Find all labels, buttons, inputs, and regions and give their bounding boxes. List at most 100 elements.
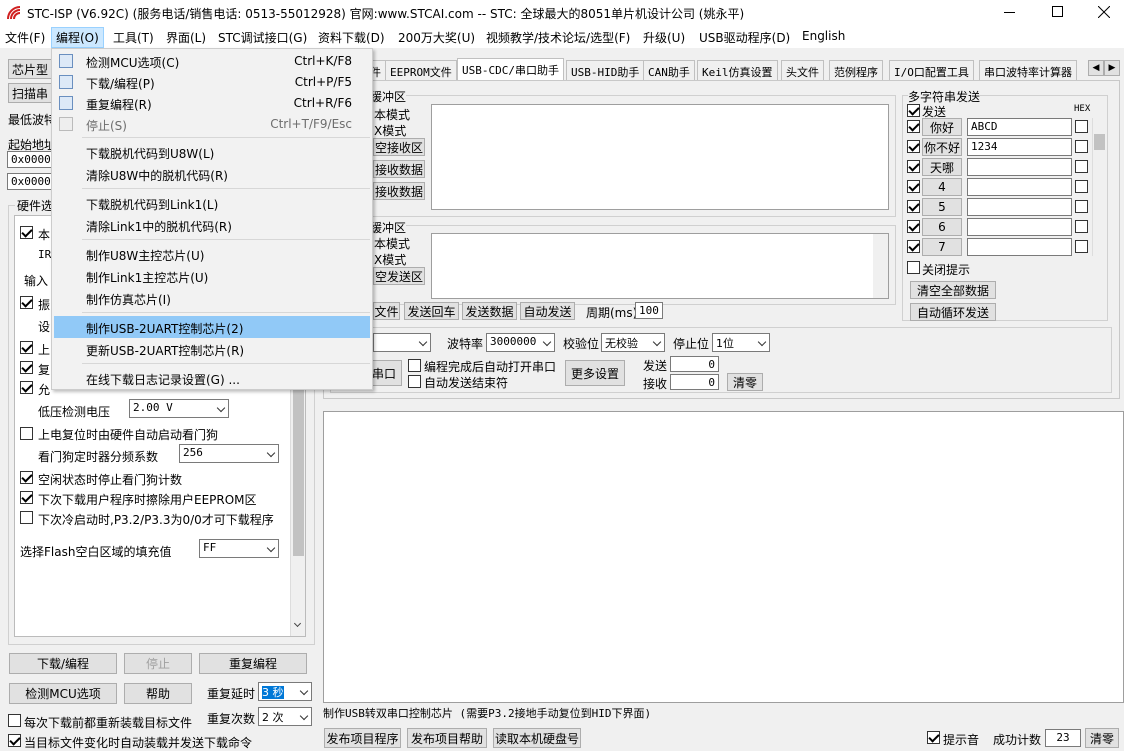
erase-eeprom-checkbox[interactable] xyxy=(20,491,33,504)
hw-options-scroll-thumb[interactable] xyxy=(293,386,304,556)
menu-log-settings[interactable]: 在线下载日志记录设置(G) ... xyxy=(54,367,370,389)
chip-type-button[interactable]: 芯片型 xyxy=(8,59,52,79)
menu-u8w-clear[interactable]: 清除U8W中的脱机代码(R) xyxy=(54,163,370,185)
menu-u8w-download[interactable]: 下载脱机代码到U8W(L) xyxy=(54,141,370,163)
clear-count-button[interactable]: 清零 xyxy=(727,373,763,391)
send-enter-button[interactable]: 发送回车 xyxy=(404,302,459,320)
multi-send-row-field[interactable]: ABCD xyxy=(967,118,1072,136)
stopbit-select[interactable]: 1位 xyxy=(712,333,770,352)
stop-button[interactable]: 停止 xyxy=(124,653,192,674)
tab-usb-cdc[interactable]: USB-CDC/串口助手 xyxy=(457,58,564,80)
repeat-delay-select[interactable]: 3 秒 xyxy=(258,682,312,701)
multi-send-row-field[interactable] xyxy=(967,238,1072,256)
tab-keil[interactable]: Keil仿真设置 xyxy=(697,60,778,80)
multi-send-row-button[interactable]: 你好 xyxy=(922,118,962,136)
multi-send-row-button[interactable]: 4 xyxy=(922,178,962,196)
wdt-div-select[interactable]: 256 xyxy=(179,444,279,463)
multi-send-row-field[interactable] xyxy=(967,218,1072,236)
help-button[interactable]: 帮助 xyxy=(124,683,192,704)
tab-eeprom-file[interactable]: EEPROM文件 xyxy=(385,60,457,80)
menu-detect-mcu[interactable]: 检测MCU选项(C) Ctrl+K/F8 xyxy=(54,50,370,72)
tab-usb-hid[interactable]: USB-HID助手 xyxy=(566,60,645,80)
multi-send-row-checkbox[interactable] xyxy=(907,140,920,153)
tab-header[interactable]: 头文件 xyxy=(781,60,824,80)
opt-ben-checkbox[interactable] xyxy=(20,226,33,239)
multi-send-row-hex-checkbox[interactable] xyxy=(1075,140,1088,153)
reload-checkbox[interactable] xyxy=(8,714,21,727)
tx-text-mode-label[interactable]: 本模式 xyxy=(374,235,410,252)
menu-usb-driver[interactable]: USB驱动程序(D) xyxy=(699,29,790,46)
opt-zhen-checkbox[interactable] xyxy=(20,296,33,309)
flash-fill-select[interactable]: FF xyxy=(199,539,279,558)
tx-hex-mode-label[interactable]: X模式 xyxy=(374,251,406,268)
tab-examples[interactable]: 范例程序 xyxy=(829,60,883,80)
send-data-button[interactable]: 发送数据 xyxy=(462,302,517,320)
multi-send-row-hex-checkbox[interactable] xyxy=(1075,240,1088,253)
publish-project-button[interactable]: 发布项目程序 xyxy=(324,728,401,748)
period-field[interactable]: 100 xyxy=(635,302,663,319)
multi-send-row-field[interactable] xyxy=(967,198,1072,216)
download-program-button[interactable]: 下载/编程 xyxy=(9,653,117,674)
multi-send-row-field[interactable] xyxy=(967,178,1072,196)
multi-send-row-hex-checkbox[interactable] xyxy=(1075,120,1088,133)
multi-send-row-checkbox[interactable] xyxy=(907,200,920,213)
menu-english[interactable]: English xyxy=(802,29,845,43)
publish-help-button[interactable]: 发布项目帮助 xyxy=(407,728,487,748)
detect-mcu-button[interactable]: 检测MCU选项 xyxy=(9,683,117,704)
start-address-2-field[interactable]: 0x0000 xyxy=(7,173,52,190)
multi-send-scrollbar[interactable] xyxy=(1092,118,1106,256)
multi-send-row-button[interactable]: 你不好 xyxy=(922,138,962,156)
auto-open-checkbox[interactable] xyxy=(408,359,421,372)
menu-link1-clear[interactable]: 清除Link1中的脱机代码(R) xyxy=(54,214,370,236)
tx-clear-button[interactable]: 空发送区 xyxy=(373,267,425,285)
menu-make-link1[interactable]: 制作Link1主控芯片(U) xyxy=(54,265,370,287)
menu-download[interactable]: 下载/编程(P) Ctrl+P/F5 xyxy=(54,71,370,93)
menu-make-u8w[interactable]: 制作U8W主控芯片(U) xyxy=(54,243,370,265)
menu-stop[interactable]: 停止(S) Ctrl+T/F9/Esc xyxy=(54,113,370,135)
menu-interface[interactable]: 界面(L) xyxy=(166,29,206,46)
tab-io-config[interactable]: I/O口配置工具 xyxy=(889,60,974,80)
multi-send-row-hex-checkbox[interactable] xyxy=(1075,160,1088,173)
multi-send-row-checkbox[interactable] xyxy=(907,220,920,233)
rx-save-button[interactable]: 接收数据 xyxy=(373,160,425,178)
menu-make-usb2uart[interactable]: 制作USB-2UART控制芯片(2) xyxy=(54,316,370,338)
multi-send-row-checkbox[interactable] xyxy=(907,180,920,193)
baud-select[interactable]: 3000000 xyxy=(486,333,555,352)
opt-shang-checkbox[interactable] xyxy=(20,341,33,354)
auto-loop-button[interactable]: 自动循环发送 xyxy=(910,303,996,321)
auto-end-checkbox[interactable] xyxy=(408,375,421,388)
clear-all-button[interactable]: 清空全部数据 xyxy=(910,281,996,299)
rx-hex-mode-label[interactable]: X模式 xyxy=(374,122,406,139)
autoload-checkbox[interactable] xyxy=(8,734,21,747)
menu-video[interactable]: 视频教学/技术论坛/选型(F) xyxy=(486,29,630,46)
multi-send-row-checkbox[interactable] xyxy=(907,120,920,133)
menu-docs[interactable]: 资料下载(D) xyxy=(318,29,385,46)
menu-make-emulator[interactable]: 制作仿真芯片(I) xyxy=(54,287,370,309)
auto-send-button[interactable]: 自动发送 xyxy=(520,302,575,320)
menu-prize[interactable]: 200万大奖(U) xyxy=(398,29,475,46)
multi-send-row-checkbox[interactable] xyxy=(907,240,920,253)
rx-clear-button[interactable]: 空接收区 xyxy=(373,138,425,156)
close-tip-checkbox[interactable] xyxy=(907,261,920,274)
wdt-auto-checkbox[interactable] xyxy=(20,427,33,440)
multi-send-row-hex-checkbox[interactable] xyxy=(1075,200,1088,213)
idle-wdt-checkbox[interactable] xyxy=(20,471,33,484)
port-select[interactable] xyxy=(373,333,431,352)
multi-send-row-checkbox[interactable] xyxy=(907,160,920,173)
multi-send-row-button[interactable]: 5 xyxy=(922,198,962,216)
menu-tools[interactable]: 工具(T) xyxy=(113,29,154,46)
read-disk-button[interactable]: 读取本机硬盘号 xyxy=(493,728,581,748)
repeat-program-button[interactable]: 重复编程 xyxy=(199,653,307,674)
minimize-icon[interactable] xyxy=(1004,12,1015,13)
menu-upgrade[interactable]: 升级(U) xyxy=(643,29,685,46)
tab-can[interactable]: CAN助手 xyxy=(643,60,695,80)
repeat-count-select[interactable]: 2 次 xyxy=(258,707,312,726)
multi-send-row-hex-checkbox[interactable] xyxy=(1075,220,1088,233)
menu-program[interactable]: 编程(O) xyxy=(51,27,104,48)
opt-yun-checkbox[interactable] xyxy=(20,381,33,394)
menu-link1-download[interactable]: 下载脱机代码到Link1(L) xyxy=(54,192,370,214)
maximize-icon[interactable] xyxy=(1052,6,1063,17)
rx-text-mode-label[interactable]: 本模式 xyxy=(374,106,410,123)
tx-buffer-textarea[interactable] xyxy=(431,233,889,299)
menu-debug[interactable]: STC调试接口(G) xyxy=(218,29,307,46)
